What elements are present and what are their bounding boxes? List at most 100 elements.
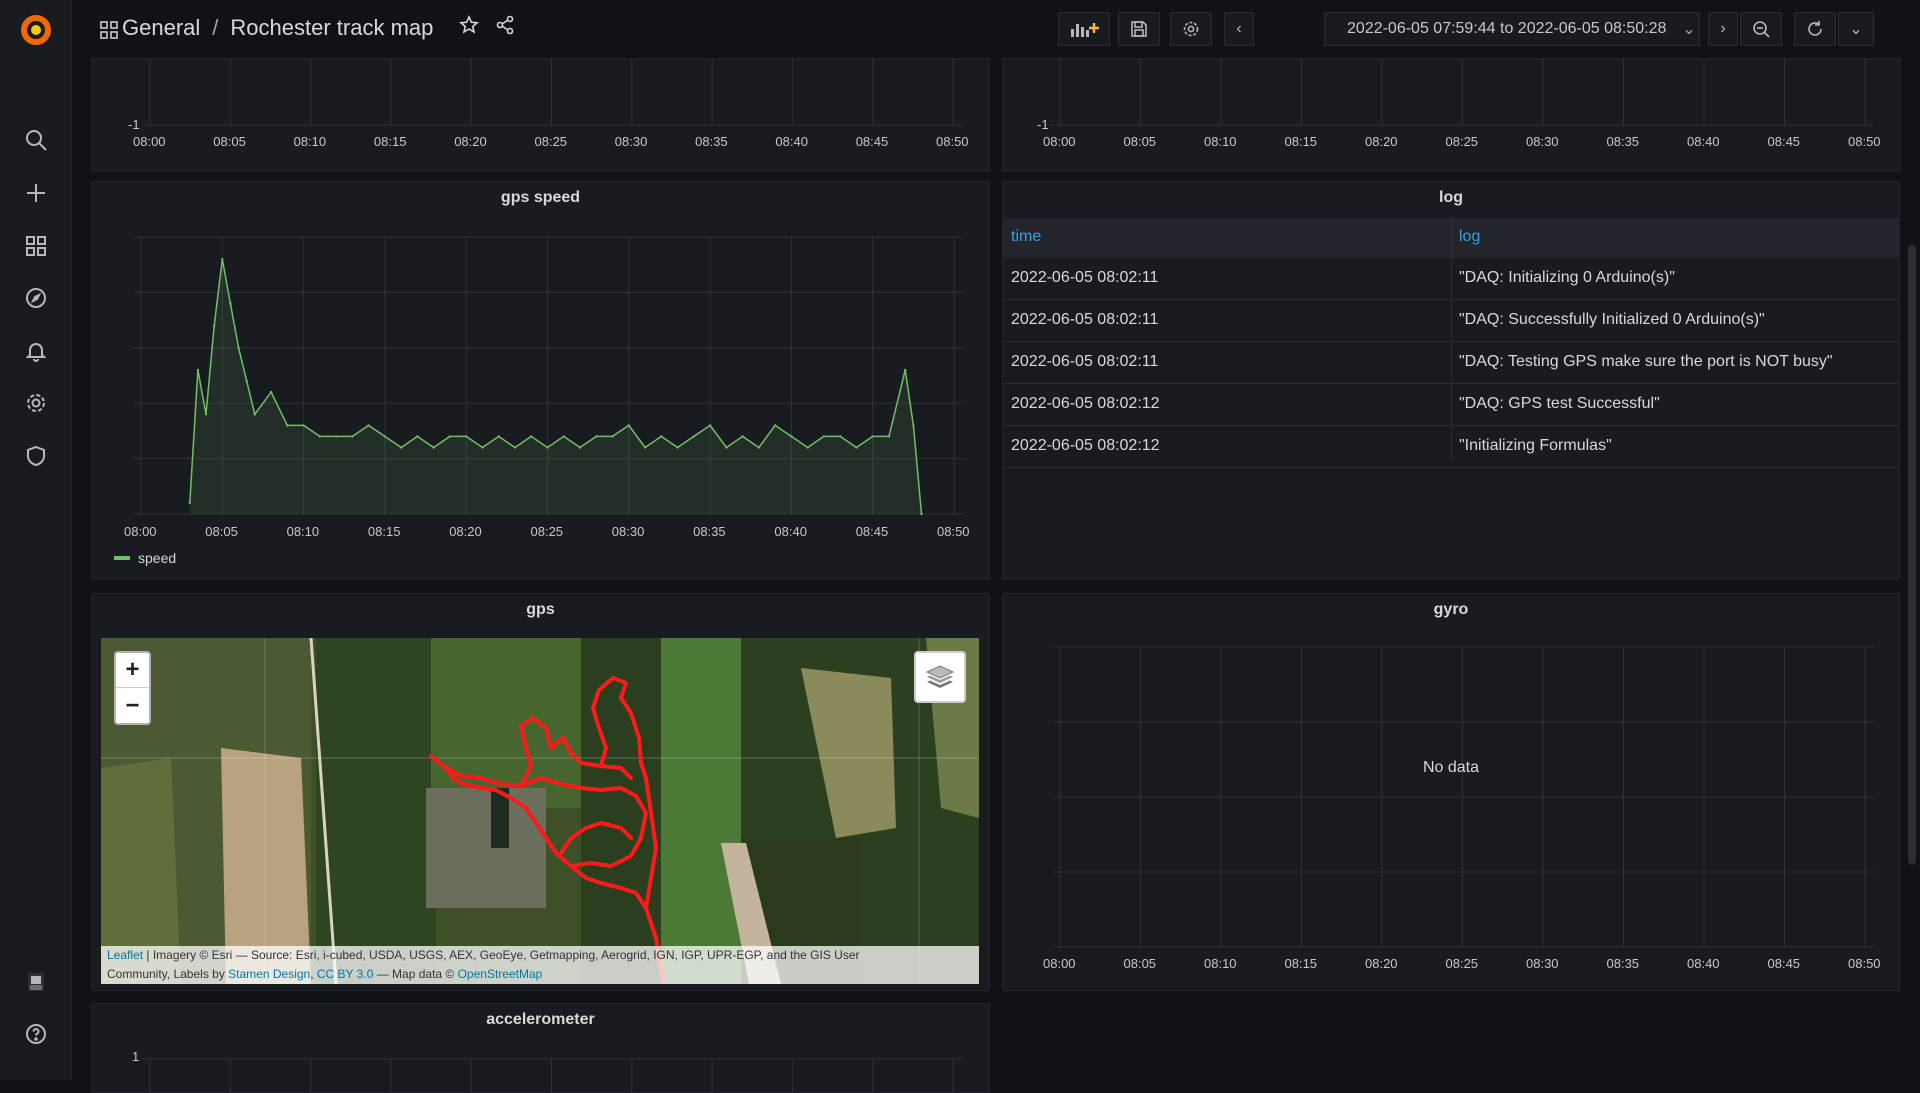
data-point: [643, 446, 647, 449]
time-shift-forward-button[interactable]: ›: [1708, 12, 1738, 46]
x-tick-label: 08:25: [1445, 134, 1479, 149]
data-point: [660, 435, 663, 438]
grafana-logo-icon[interactable]: [18, 12, 54, 48]
x-tick-label: 08:50: [1848, 134, 1881, 149]
table-row: 2022-06-05 08:02:12 "Initializing Formul…: [1003, 426, 1899, 468]
x-tick-label: 08:15: [1284, 956, 1318, 971]
data-point: [237, 346, 240, 349]
x-tick-label: 08:10: [293, 134, 327, 149]
panel-top-left: -1 08:00 08:05 08:10 08:15 08:20 08:25 08:30 08…: [91, 58, 990, 172]
data-point: [595, 435, 598, 438]
data-point: [676, 446, 679, 449]
attribution-link-leaflet[interactable]: Leaflet: [107, 948, 143, 962]
x-tick-label: 08:30: [614, 134, 648, 149]
data-point: [871, 435, 874, 438]
dashboards-icon[interactable]: [22, 232, 50, 260]
data-point: [839, 435, 842, 438]
x-tick-label: 08:25: [1445, 956, 1479, 971]
server-admin-shield-icon[interactable]: [22, 442, 50, 470]
series-area-speed: [189, 259, 922, 514]
add-panel-button[interactable]: [1058, 12, 1110, 46]
x-tick-label: 08:35: [1606, 134, 1640, 149]
data-point: [708, 424, 712, 427]
cell-time: 2022-06-05 08:02:11: [1011, 269, 1159, 286]
user-avatar-icon[interactable]: [22, 968, 50, 996]
x-tick-label: 08:30: [1526, 956, 1559, 971]
cell-log: "Initializing Formulas": [1459, 437, 1612, 454]
x-tick-label: 08:50: [937, 524, 970, 539]
explore-compass-icon[interactable]: [22, 284, 50, 312]
breadcrumb: General / Rochester track map: [100, 15, 515, 41]
star-icon[interactable]: [459, 15, 480, 41]
y-tick-label: 1: [132, 1049, 140, 1064]
attribution-link-stamen[interactable]: Stamen Design: [228, 967, 310, 981]
zoom-out-icon: [1753, 21, 1770, 38]
data-point: [318, 435, 322, 438]
zoom-in-button[interactable]: +: [116, 653, 149, 688]
data-point: [741, 435, 744, 438]
data-point: [465, 435, 468, 438]
attribution-text: — Map data ©: [373, 967, 458, 981]
cell-time: 2022-06-05 08:02:11: [1011, 353, 1159, 370]
search-icon[interactable]: [22, 126, 50, 154]
panel-log: log time log 2022-06-05 08:02:11 "DAQ: I…: [1002, 181, 1900, 580]
breadcrumb-folder[interactable]: General: [122, 15, 200, 41]
x-tick-label: 08:25: [530, 524, 564, 539]
column-header-time[interactable]: time: [1011, 228, 1041, 246]
zoom-out-time-button[interactable]: [1740, 12, 1782, 46]
dashboard-settings-button[interactable]: [1170, 12, 1212, 46]
panel-top-right: -1 08:00 08:05 08:10 08:15 08:20 08:25 08:30 08…: [1002, 58, 1901, 172]
dashboards-grid-icon[interactable]: [100, 19, 118, 45]
panel-gps-speed: gps speed 02.5057.501012.508:0008:0508:1…: [91, 181, 990, 580]
layers-button[interactable]: [914, 651, 966, 703]
save-dashboard-button[interactable]: [1118, 12, 1160, 46]
data-point: [204, 413, 208, 416]
page-scrollbar[interactable]: [1908, 245, 1916, 865]
data-point: [562, 435, 565, 438]
x-tick-label: 08:00: [124, 524, 157, 539]
attribution-link-osm[interactable]: OpenStreetMap: [458, 967, 543, 981]
configuration-gear-icon[interactable]: [22, 389, 50, 417]
cell-log: "DAQ: GPS test Successful": [1459, 395, 1660, 412]
x-tick-label: 08:20: [449, 524, 482, 539]
data-point: [416, 435, 419, 438]
alerting-bell-icon[interactable]: [22, 337, 50, 365]
legend-item-speed[interactable]: speed: [114, 550, 176, 566]
attribution-link-cc[interactable]: CC BY 3.0: [317, 967, 373, 981]
zoom-out-button[interactable]: −: [116, 688, 149, 723]
x-tick-label: 08:15: [367, 524, 401, 539]
breadcrumb-separator: /: [212, 15, 219, 40]
data-point: [302, 424, 305, 427]
data-point: [213, 324, 216, 327]
x-tick-label: 08:20: [454, 134, 487, 149]
create-plus-icon[interactable]: [22, 179, 50, 207]
map-view[interactable]: + − Leaflet | Imagery © Esri — Source: E…: [101, 638, 979, 984]
data-point: [448, 435, 452, 438]
refresh-interval-dropdown[interactable]: ⌄: [1838, 12, 1874, 46]
refresh-button[interactable]: [1794, 12, 1836, 46]
top-navbar: General / Rochester track map ‹ 2022-06-…: [72, 0, 1920, 58]
panel-title[interactable]: gps: [92, 601, 989, 619]
attribution-text: Community, Labels by: [107, 967, 229, 981]
data-point: [229, 302, 232, 305]
data-point: [692, 435, 695, 438]
time-range-picker[interactable]: 2022-06-05 07:59:44 to 2022-06-05 08:50:…: [1324, 12, 1700, 46]
time-shift-back-button[interactable]: ‹: [1224, 12, 1254, 46]
x-tick-label: 08:05: [1123, 956, 1157, 971]
x-tick-label: 08:40: [1687, 956, 1720, 971]
panel-title[interactable]: log: [1003, 189, 1899, 207]
data-point: [578, 446, 582, 449]
x-tick-label: 08:20: [1365, 134, 1398, 149]
share-icon[interactable]: [495, 15, 515, 41]
dashboard-title[interactable]: Rochester track map: [230, 15, 433, 41]
data-point: [383, 435, 387, 438]
column-header-log[interactable]: log: [1459, 228, 1480, 246]
help-icon[interactable]: [22, 1020, 50, 1048]
table-row: 2022-06-05 08:02:11 "DAQ: Testing GPS ma…: [1003, 342, 1899, 384]
cell-log: "DAQ: Initializing 0 Arduino(s)": [1459, 269, 1675, 286]
cell-time: 2022-06-05 08:02:11: [1011, 311, 1159, 328]
data-point: [790, 435, 793, 438]
data-point: [367, 424, 370, 427]
data-point: [887, 435, 891, 438]
y-tick-label: -1: [128, 117, 140, 132]
